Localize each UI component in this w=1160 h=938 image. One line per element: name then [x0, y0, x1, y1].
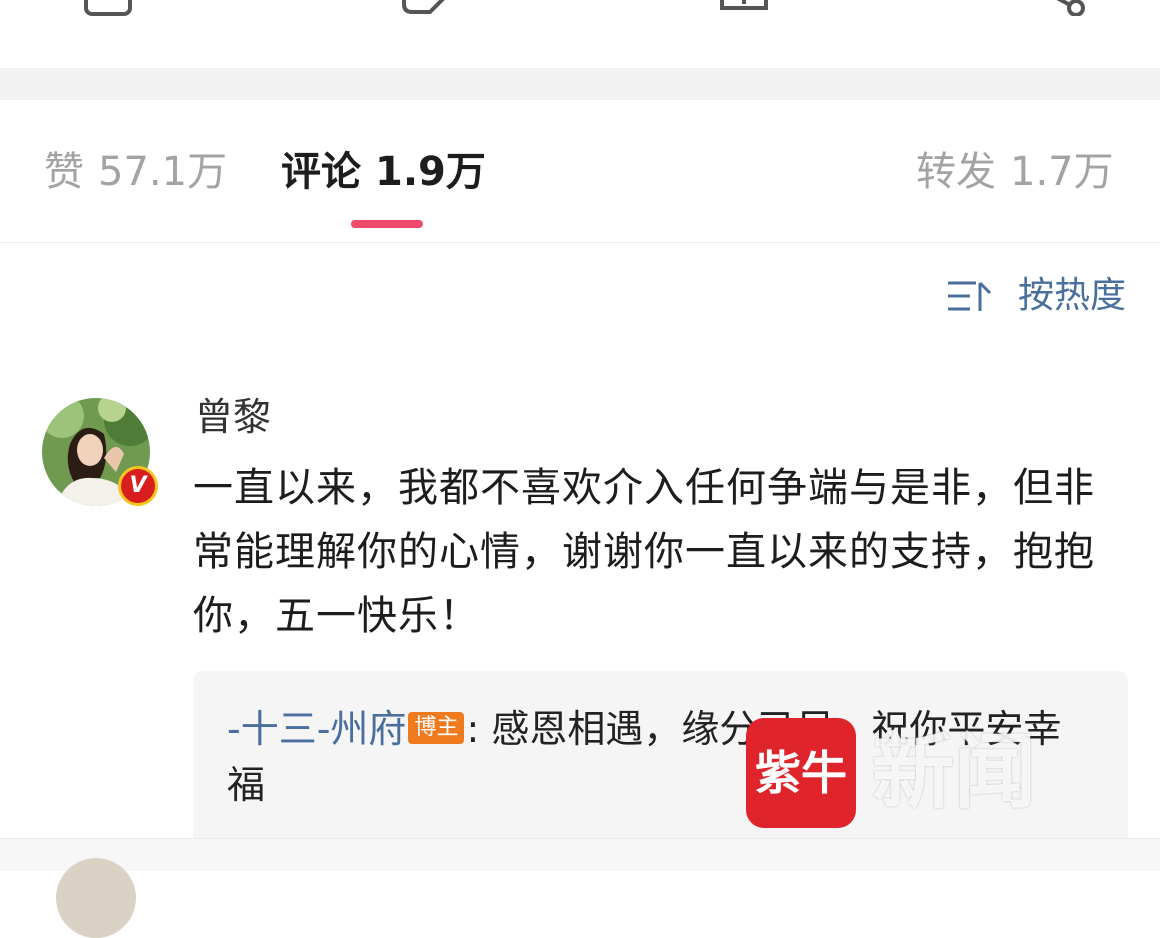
tab-reposts[interactable]: 转发 1.7万	[916, 146, 1114, 198]
like-icon[interactable]	[720, 0, 768, 12]
verified-badge: V	[118, 466, 158, 506]
watermark-logo: 紫牛	[746, 718, 856, 828]
repost-icon[interactable]	[84, 0, 132, 16]
watermark-text: 新闻	[872, 725, 1037, 820]
reply-username[interactable]: -十三-州府	[227, 707, 406, 751]
tab-likes-count: 57.1万	[98, 149, 228, 195]
tab-comments-label: 评论	[281, 149, 361, 195]
share-icon[interactable]	[1038, 0, 1088, 16]
sort-button[interactable]: 按热度	[946, 272, 1126, 320]
tab-comments[interactable]: 评论 1.9万	[281, 146, 486, 198]
tab-comments-count: 1.9万	[375, 149, 486, 195]
author-badge: 博主	[408, 712, 465, 744]
next-comment-avatar[interactable]	[56, 858, 136, 938]
bottom-strip	[0, 838, 1160, 871]
comment-icon[interactable]	[400, 0, 448, 16]
comment-username[interactable]: 曾黎	[195, 392, 271, 442]
tab-reposts-count: 1.7万	[1010, 149, 1114, 195]
tab-likes-label: 赞	[44, 149, 84, 195]
section-divider	[0, 68, 1160, 100]
action-bar	[0, 0, 1160, 68]
sort-label: 按热度	[1017, 275, 1126, 316]
comment-text: 一直以来，我都不喜欢介入任何争端与是非，但非常能理解你的心情，谢谢你一直以来的支…	[193, 465, 1095, 639]
tab-likes[interactable]: 赞 57.1万	[44, 146, 227, 198]
active-tab-indicator	[351, 220, 423, 228]
sort-icon	[947, 281, 992, 311]
tab-reposts-label: 转发	[916, 149, 996, 195]
interaction-tabs: 赞 57.1万 评论 1.9万 转发 1.7万	[0, 100, 1160, 243]
